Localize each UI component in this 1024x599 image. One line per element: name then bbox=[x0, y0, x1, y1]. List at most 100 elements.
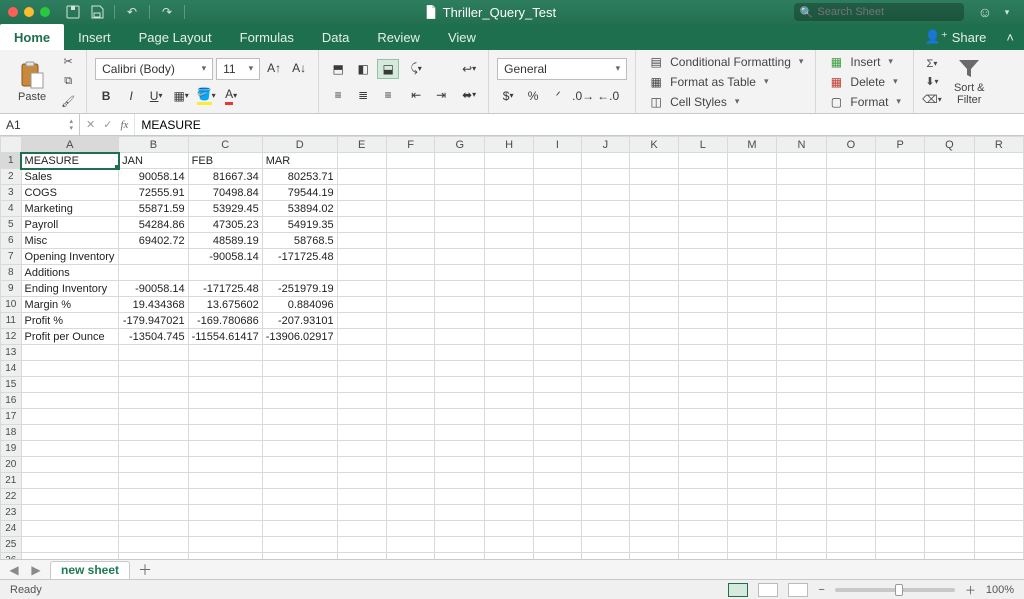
cell[interactable] bbox=[484, 361, 533, 377]
cell[interactable] bbox=[386, 537, 435, 553]
cell[interactable] bbox=[876, 169, 925, 185]
cell[interactable] bbox=[484, 185, 533, 201]
cell[interactable] bbox=[777, 345, 826, 361]
cell[interactable] bbox=[534, 537, 581, 553]
column-header[interactable]: K bbox=[630, 137, 679, 153]
cell[interactable] bbox=[826, 233, 876, 249]
cell[interactable] bbox=[974, 409, 1023, 425]
cell[interactable] bbox=[777, 329, 826, 345]
cell[interactable] bbox=[630, 425, 679, 441]
cell[interactable] bbox=[876, 377, 925, 393]
cell[interactable] bbox=[534, 425, 581, 441]
cell[interactable] bbox=[484, 249, 533, 265]
cell[interactable] bbox=[337, 457, 386, 473]
align-bottom-icon[interactable]: ⬓ bbox=[377, 59, 399, 79]
cell[interactable] bbox=[826, 169, 876, 185]
cell[interactable] bbox=[484, 313, 533, 329]
cell[interactable] bbox=[386, 505, 435, 521]
cell[interactable] bbox=[974, 281, 1023, 297]
cell[interactable] bbox=[188, 361, 262, 377]
fx-icon[interactable]: fx bbox=[120, 119, 128, 131]
cell[interactable] bbox=[974, 249, 1023, 265]
cell[interactable] bbox=[630, 153, 679, 169]
cell[interactable] bbox=[119, 537, 189, 553]
column-header[interactable]: L bbox=[679, 137, 728, 153]
cell[interactable] bbox=[925, 249, 975, 265]
normal-view-icon[interactable] bbox=[728, 583, 748, 597]
tab-data[interactable]: Data bbox=[308, 24, 363, 50]
cell[interactable] bbox=[727, 217, 777, 233]
cell[interactable] bbox=[337, 281, 386, 297]
cell[interactable] bbox=[925, 153, 975, 169]
cell[interactable] bbox=[630, 345, 679, 361]
cell[interactable] bbox=[777, 473, 826, 489]
cell[interactable] bbox=[119, 265, 189, 281]
cell[interactable]: 72555.91 bbox=[119, 185, 189, 201]
column-header[interactable]: P bbox=[876, 137, 925, 153]
cell[interactable] bbox=[925, 393, 975, 409]
cell[interactable] bbox=[386, 393, 435, 409]
cell[interactable] bbox=[435, 441, 485, 457]
row-header[interactable]: 1 bbox=[1, 153, 22, 169]
cell[interactable] bbox=[876, 185, 925, 201]
cell[interactable] bbox=[974, 425, 1023, 441]
cell[interactable] bbox=[386, 489, 435, 505]
cell[interactable] bbox=[826, 329, 876, 345]
window-controls[interactable] bbox=[8, 7, 50, 17]
cell[interactable]: -251979.19 bbox=[262, 281, 337, 297]
cell[interactable]: -90058.14 bbox=[188, 249, 262, 265]
cell[interactable] bbox=[826, 185, 876, 201]
cell[interactable] bbox=[119, 505, 189, 521]
cell[interactable] bbox=[262, 457, 337, 473]
row-header[interactable]: 11 bbox=[1, 313, 22, 329]
cell[interactable] bbox=[337, 297, 386, 313]
cell[interactable] bbox=[262, 393, 337, 409]
cell[interactable] bbox=[925, 489, 975, 505]
cell[interactable] bbox=[679, 297, 728, 313]
align-right-icon[interactable]: ≡ bbox=[377, 85, 399, 105]
cell[interactable] bbox=[262, 265, 337, 281]
cell[interactable] bbox=[119, 377, 189, 393]
cell[interactable] bbox=[630, 537, 679, 553]
cell[interactable] bbox=[679, 233, 728, 249]
cell[interactable] bbox=[21, 521, 119, 537]
cell[interactable] bbox=[262, 377, 337, 393]
italic-button[interactable]: I bbox=[120, 86, 142, 106]
cell[interactable]: 47305.23 bbox=[188, 217, 262, 233]
cell[interactable] bbox=[974, 393, 1023, 409]
cell[interactable]: -13906.02917 bbox=[262, 329, 337, 345]
cell[interactable] bbox=[435, 457, 485, 473]
next-sheet-icon[interactable]: ▶ bbox=[28, 563, 44, 577]
row-header[interactable]: 16 bbox=[1, 393, 22, 409]
cell[interactable] bbox=[534, 361, 581, 377]
column-header[interactable]: M bbox=[727, 137, 777, 153]
row-header[interactable]: 14 bbox=[1, 361, 22, 377]
cell[interactable] bbox=[188, 265, 262, 281]
column-header[interactable]: R bbox=[974, 137, 1023, 153]
cell[interactable] bbox=[534, 345, 581, 361]
cell[interactable] bbox=[777, 217, 826, 233]
cell[interactable] bbox=[337, 393, 386, 409]
cell[interactable]: 55871.59 bbox=[119, 201, 189, 217]
cell[interactable] bbox=[119, 409, 189, 425]
cell[interactable] bbox=[777, 393, 826, 409]
cell[interactable] bbox=[337, 537, 386, 553]
cell[interactable] bbox=[581, 409, 629, 425]
cell[interactable] bbox=[777, 505, 826, 521]
cell[interactable] bbox=[777, 249, 826, 265]
row-header[interactable]: 10 bbox=[1, 297, 22, 313]
cell[interactable] bbox=[925, 409, 975, 425]
cell[interactable] bbox=[337, 521, 386, 537]
cell[interactable] bbox=[337, 409, 386, 425]
cell[interactable] bbox=[630, 297, 679, 313]
cell[interactable] bbox=[630, 441, 679, 457]
cell[interactable] bbox=[826, 281, 876, 297]
cell[interactable] bbox=[581, 505, 629, 521]
column-header[interactable]: B bbox=[119, 137, 189, 153]
cell[interactable] bbox=[534, 297, 581, 313]
cell[interactable] bbox=[337, 441, 386, 457]
cell[interactable] bbox=[435, 249, 485, 265]
cell[interactable] bbox=[974, 169, 1023, 185]
cell[interactable] bbox=[826, 441, 876, 457]
cell[interactable] bbox=[581, 169, 629, 185]
